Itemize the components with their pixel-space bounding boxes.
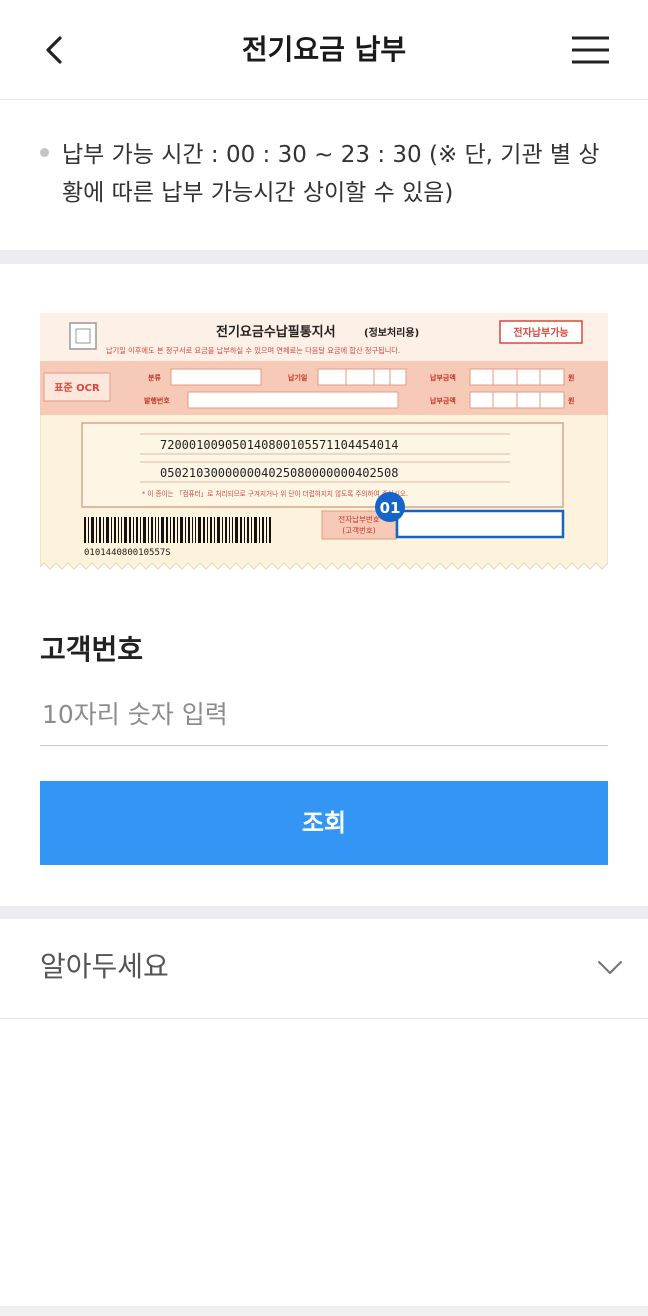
accordion-label: 알아두세요 [40,950,169,983]
bottom-bar [0,1306,648,1316]
code-line-1: 720001009050140800105571104454014 [160,438,398,452]
bill-footnote: * 이 종이는 「컴퓨터」로 처리되므로 구겨지거나 위 단이 더럽혀지지 않도… [142,489,408,498]
menu-button[interactable] [568,30,614,70]
bill-illustration: 전기요금수납필통지서 (정보처리용) 전자납부가능 납기일 이후에도 본 청구서… [39,312,609,570]
label-issue-no: 발행번호 [144,396,170,405]
bill-title: 전기요금수납필통지서 [216,324,336,340]
back-button[interactable] [36,28,76,72]
search-button[interactable]: 조회 [40,781,608,865]
marker-label: 01 [380,499,401,517]
epay-label-2: (고객번호) [342,525,376,535]
page-title: 전기요금 납부 [241,33,407,66]
bullet-icon [40,148,49,157]
bill-warning: 납기일 이후에도 본 청구서로 요금을 납부하실 수 있으며 연체료는 다음달 … [106,346,400,355]
code-line-2: 050210300000004025080000000402508 [160,466,398,480]
customer-number-highlight [395,509,565,539]
notice-accordion[interactable]: 알아두세요 [0,919,648,1019]
unit-won-2: 원 [568,396,574,405]
payment-hours-notice: 납부 가능 시간 : 00 : 30 ~ 23 : 30 (※ 단, 기관 별 … [40,136,620,212]
hamburger-menu-icon [572,36,609,64]
ocr-label: 표준 OCR [54,382,100,394]
label-amount-1: 납부금액 [430,373,456,382]
epay-label-1: 전자납부번호 [338,514,379,524]
bill-title-suffix: (정보처리용) [364,326,419,339]
label-amount-2: 납부금액 [430,396,456,405]
chevron-down-icon [597,960,623,975]
section-divider [0,906,648,919]
epay-badge: 전자납부가능 [513,326,568,339]
app-header: 전기요금 납부 [0,0,648,100]
unit-won-1: 원 [568,373,574,382]
customer-number-input[interactable] [40,684,608,746]
chevron-left-icon [46,36,62,64]
label-category: 분류 [148,373,161,382]
notice-text: 납부 가능 시간 : 00 : 30 ~ 23 : 30 (※ 단, 기관 별 … [62,142,600,206]
label-due: 납기일 [288,373,307,382]
barcode-number: 010144080010557S [84,548,171,558]
bill-sample-image: 전기요금수납필통지서 (정보처리용) 전자납부가능 납기일 이후에도 본 청구서… [39,312,609,571]
section-divider [0,250,648,264]
customer-number-label: 고객번호 [40,633,144,666]
